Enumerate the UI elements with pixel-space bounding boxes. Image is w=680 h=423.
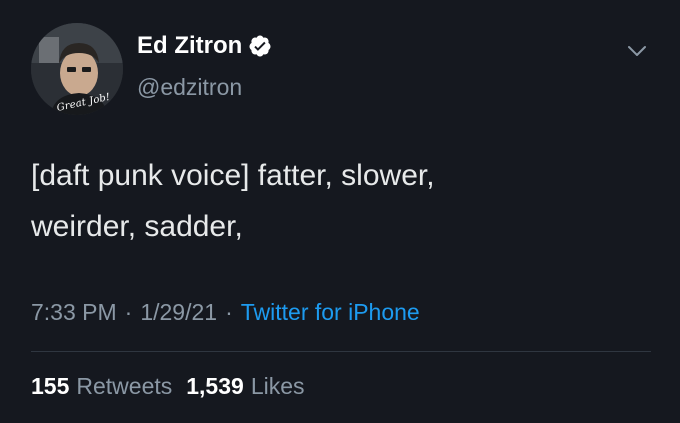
retweets-count: 155: [31, 373, 70, 399]
likes-stat[interactable]: 1,539 Likes: [186, 373, 304, 400]
tweet-meta: 7:33 PM · 1/29/21 · Twitter for iPhone: [31, 299, 420, 326]
avatar[interactable]: Great Job!: [31, 23, 123, 115]
divider: [31, 351, 651, 352]
meta-separator: ·: [124, 299, 133, 325]
author-name-row: Ed Zitron: [137, 32, 272, 60]
tweet-text: [daft punk voice] fatter, slower, weirde…: [31, 159, 435, 243]
chevron-down-icon[interactable]: [624, 38, 650, 64]
retweets-stat[interactable]: 155 Retweets: [31, 373, 172, 400]
author-handle[interactable]: @edzitron: [137, 74, 242, 101]
tweet-date[interactable]: 1/29/21: [140, 299, 217, 326]
tweet-stats: 155 Retweets 1,539 Likes: [31, 373, 305, 400]
retweets-label: Retweets: [76, 373, 173, 399]
likes-label: Likes: [250, 373, 305, 399]
verified-badge-icon: [248, 34, 272, 58]
meta-separator: ·: [225, 299, 233, 325]
tweet-card: Great Job! Ed Zitron @edzitron [daft pun…: [0, 0, 680, 423]
likes-count: 1,539: [186, 373, 244, 399]
tweet-time[interactable]: 7:33 PM: [31, 299, 117, 326]
tweet-source-link[interactable]: Twitter for iPhone: [241, 299, 420, 326]
author-display-name[interactable]: Ed Zitron: [137, 32, 242, 60]
